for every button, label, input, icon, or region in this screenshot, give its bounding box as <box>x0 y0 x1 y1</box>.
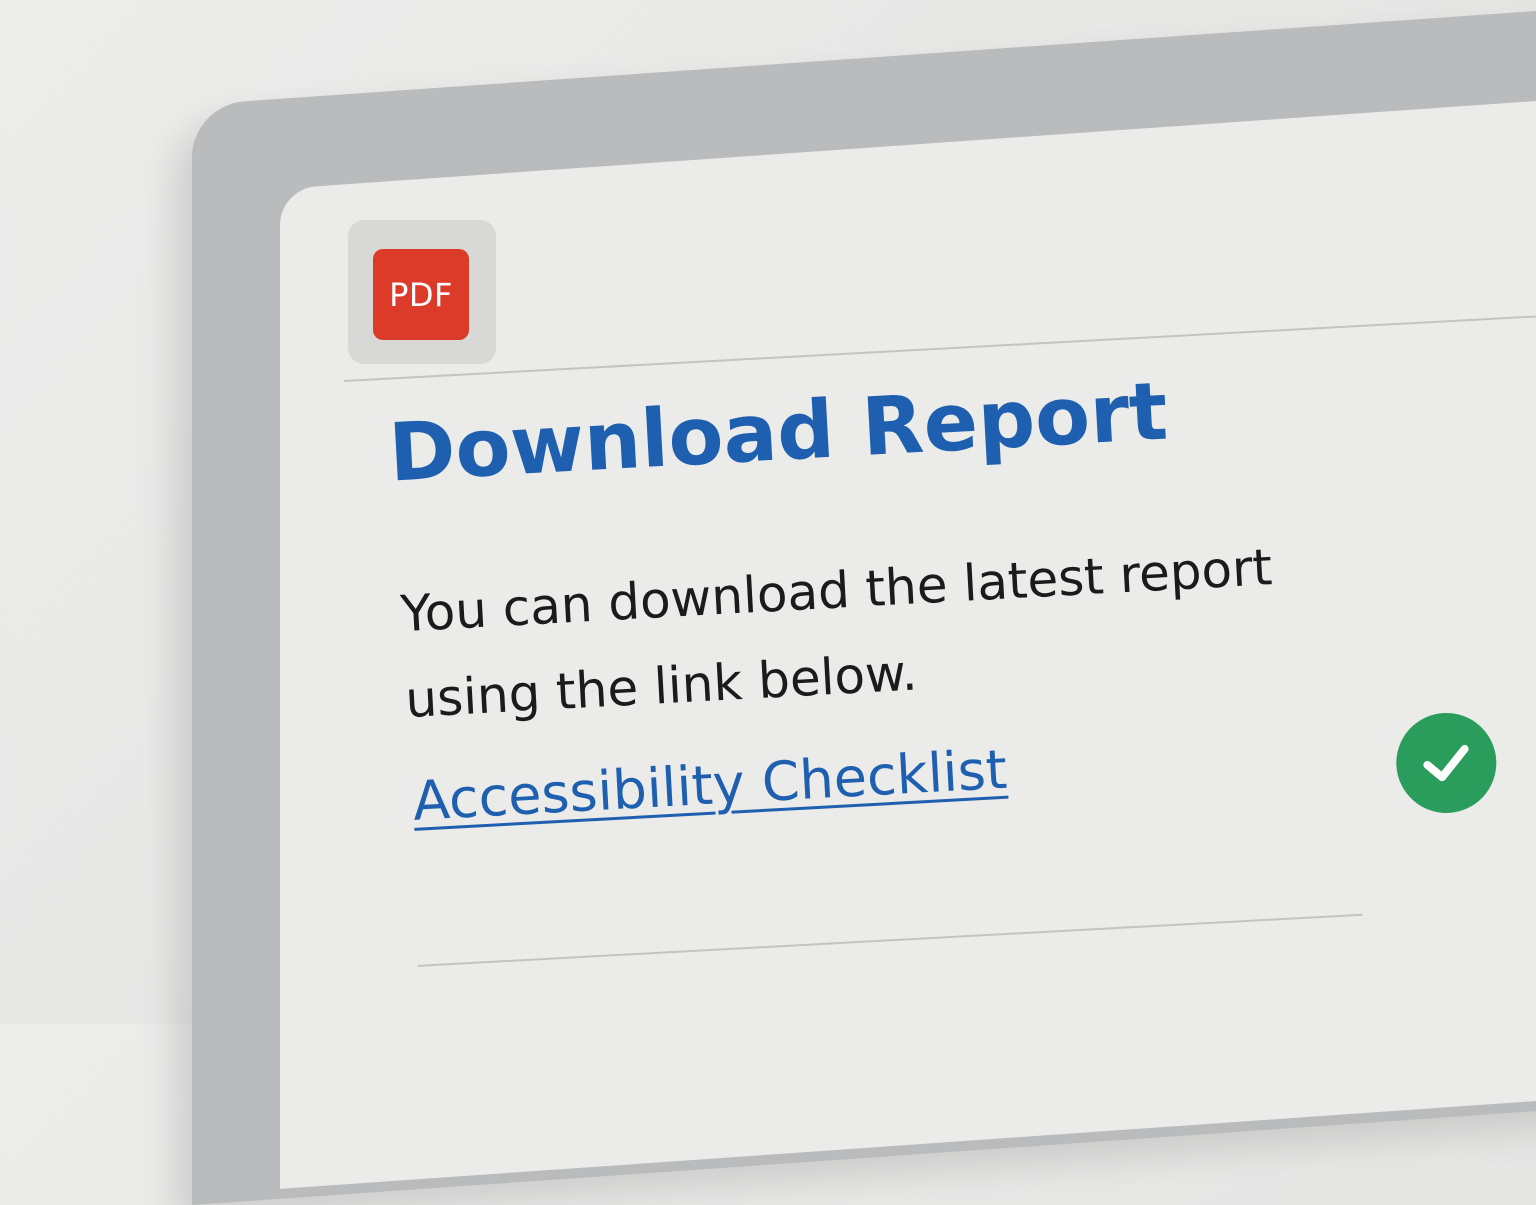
checkmark-glyph <box>1423 744 1469 782</box>
page-title: Download Report <box>386 364 1170 500</box>
header-divider <box>344 313 1536 382</box>
report-panel: PDF Download Report You can download the… <box>280 0 1536 1024</box>
footer-divider <box>417 913 1363 967</box>
check-icon <box>1393 710 1499 816</box>
accessibility-checklist-link[interactable]: Accessibility Checklist <box>411 735 1009 837</box>
report-content: Download Report You can download the lat… <box>260 0 1536 1027</box>
report-description: You can download the latest report using… <box>399 538 1274 730</box>
